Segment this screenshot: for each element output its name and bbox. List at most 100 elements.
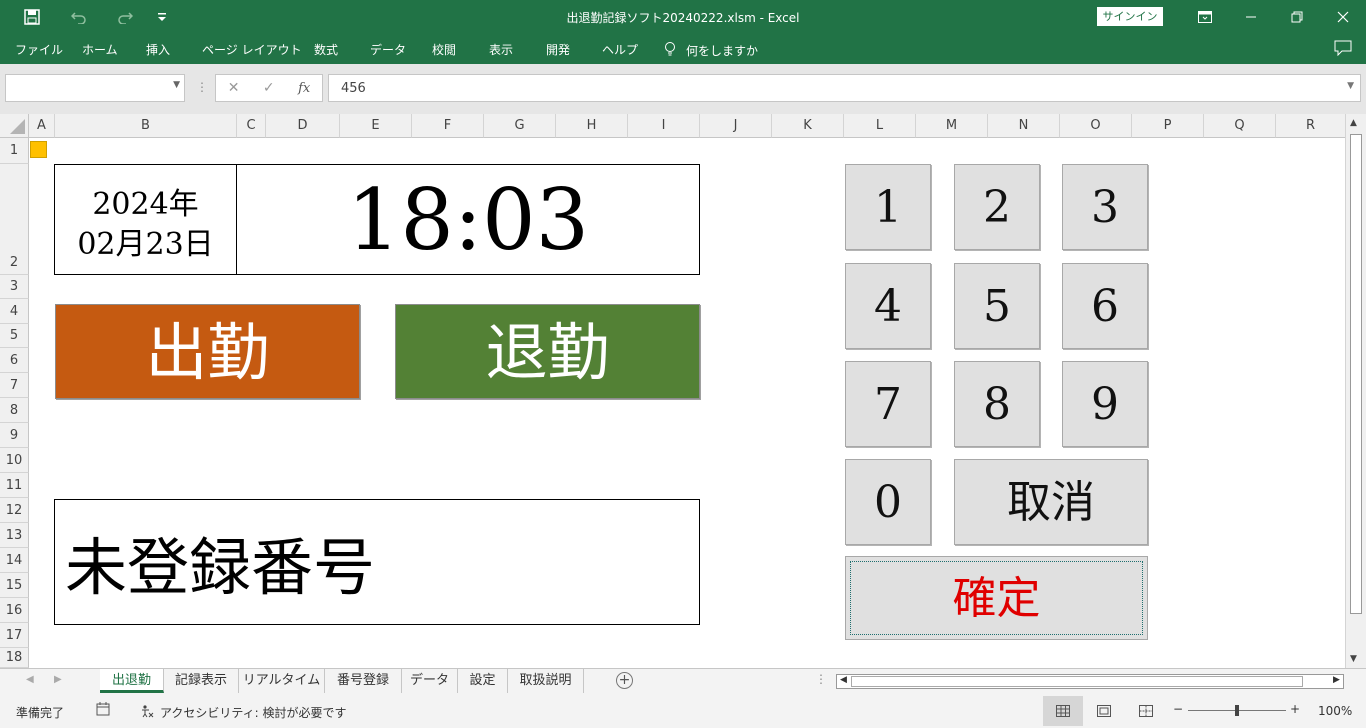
formula-input[interactable]: 456 ▼ xyxy=(328,74,1361,102)
sheet-tab-clock[interactable]: 出退勤 xyxy=(100,669,164,693)
name-box[interactable]: ▼ xyxy=(5,74,185,102)
page-layout-view-icon[interactable] xyxy=(1084,696,1124,726)
tab-file[interactable]: ファイル xyxy=(15,41,63,58)
enter-entry-icon[interactable]: ✓ xyxy=(263,80,275,96)
zoom-level[interactable]: 100% xyxy=(1318,704,1352,718)
zoom-slider-thumb[interactable] xyxy=(1235,705,1239,716)
clock-out-button[interactable]: 退勤 xyxy=(395,304,700,399)
row-header-18[interactable]: 18 xyxy=(0,648,29,668)
column-header-k[interactable]: K xyxy=(772,114,844,138)
horizontal-scrollbar[interactable]: ◀ ▶ xyxy=(836,674,1344,689)
select-all-corner[interactable] xyxy=(0,114,29,138)
ribbon-display-icon[interactable] xyxy=(1182,0,1228,34)
column-header-g[interactable]: G xyxy=(484,114,556,138)
tab-developer[interactable]: 開発 xyxy=(546,41,570,58)
row-header-9[interactable]: 9 xyxy=(0,423,29,448)
close-icon[interactable] xyxy=(1320,0,1366,34)
scroll-right-icon[interactable]: ▶ xyxy=(1333,675,1340,685)
page-break-view-icon[interactable] xyxy=(1126,696,1166,726)
row-header-1[interactable]: 1 xyxy=(0,138,29,164)
keypad-5[interactable]: 5 xyxy=(954,263,1040,349)
expand-formula-icon[interactable]: ▼ xyxy=(1347,81,1354,91)
column-header-h[interactable]: H xyxy=(556,114,628,138)
row-header-14[interactable]: 14 xyxy=(0,548,29,573)
row-header-16[interactable]: 16 xyxy=(0,598,29,623)
vertical-scroll-thumb[interactable] xyxy=(1350,134,1362,614)
sheet-tab-settings[interactable]: 設定 xyxy=(458,669,508,693)
keypad-6[interactable]: 6 xyxy=(1062,263,1148,349)
zoom-out-button[interactable]: − xyxy=(1173,702,1183,716)
tab-page-layout[interactable]: ページ レイアウト xyxy=(202,41,302,58)
tab-view[interactable]: 表示 xyxy=(489,41,513,58)
sheet-tab-manual[interactable]: 取扱説明 xyxy=(508,669,584,693)
clock-in-button[interactable]: 出勤 xyxy=(55,304,360,399)
minimize-icon[interactable] xyxy=(1228,0,1274,34)
column-header-b[interactable]: B xyxy=(55,114,237,138)
row-header-4[interactable]: 4 xyxy=(0,299,29,324)
zoom-in-button[interactable]: + xyxy=(1290,702,1300,716)
sheet-tab-records[interactable]: 記録表示 xyxy=(164,669,239,693)
restore-icon[interactable] xyxy=(1274,0,1320,34)
column-header-f[interactable]: F xyxy=(412,114,484,138)
keypad-4[interactable]: 4 xyxy=(845,263,931,349)
row-header-3[interactable]: 3 xyxy=(0,275,29,299)
confirm-button[interactable]: 確定 xyxy=(845,556,1148,640)
keypad-3[interactable]: 3 xyxy=(1062,164,1148,250)
row-header-13[interactable]: 13 xyxy=(0,523,29,548)
cancel-button[interactable]: 取消 xyxy=(954,459,1148,545)
prev-sheet-icon[interactable]: ◀ xyxy=(26,674,34,685)
row-header-12[interactable]: 12 xyxy=(0,498,29,523)
keypad-7[interactable]: 7 xyxy=(845,361,931,447)
row-header-10[interactable]: 10 xyxy=(0,448,29,473)
column-header-o[interactable]: O xyxy=(1060,114,1132,138)
vertical-scrollbar[interactable]: ▲ ▼ xyxy=(1345,114,1366,668)
selected-cell-a1[interactable] xyxy=(30,141,47,158)
column-header-d[interactable]: D xyxy=(266,114,340,138)
cancel-entry-icon[interactable]: ✕ xyxy=(228,80,240,96)
column-header-i[interactable]: I xyxy=(628,114,700,138)
sheet-tab-register[interactable]: 番号登録 xyxy=(325,669,402,693)
column-header-m[interactable]: M xyxy=(916,114,988,138)
insert-function-icon[interactable]: fx xyxy=(298,81,310,96)
tab-data[interactable]: データ xyxy=(370,41,406,58)
row-header-17[interactable]: 17 xyxy=(0,623,29,648)
column-header-e[interactable]: E xyxy=(340,114,412,138)
add-sheet-icon[interactable]: + xyxy=(616,672,633,689)
scroll-left-icon[interactable]: ◀ xyxy=(840,675,847,685)
keypad-8[interactable]: 8 xyxy=(954,361,1040,447)
next-sheet-icon[interactable]: ▶ xyxy=(54,674,62,685)
sheet-tab-data[interactable]: データ xyxy=(402,669,458,693)
column-header-a[interactable]: A xyxy=(29,114,55,138)
column-header-n[interactable]: N xyxy=(988,114,1060,138)
column-header-q[interactable]: Q xyxy=(1204,114,1276,138)
keypad-9[interactable]: 9 xyxy=(1062,361,1148,447)
macro-record-icon[interactable] xyxy=(96,702,110,719)
tab-home[interactable]: ホーム xyxy=(82,41,118,58)
row-header-8[interactable]: 8 xyxy=(0,398,29,423)
keypad-2[interactable]: 2 xyxy=(954,164,1040,250)
column-header-l[interactable]: L xyxy=(844,114,916,138)
row-header-11[interactable]: 11 xyxy=(0,473,29,498)
column-header-r[interactable]: R xyxy=(1276,114,1346,138)
column-header-j[interactable]: J xyxy=(700,114,772,138)
row-header-6[interactable]: 6 xyxy=(0,348,29,373)
horizontal-scroll-thumb[interactable] xyxy=(851,676,1303,687)
tab-insert[interactable]: 挿入 xyxy=(146,41,170,58)
tab-help[interactable]: ヘルプ xyxy=(602,41,638,58)
row-header-5[interactable]: 5 xyxy=(0,324,29,348)
row-header-15[interactable]: 15 xyxy=(0,573,29,598)
normal-view-icon[interactable] xyxy=(1043,696,1083,726)
accessibility-checker[interactable]: アクセシビリティ: 検討が必要です xyxy=(140,704,347,721)
row-header-2[interactable]: 2 xyxy=(0,164,29,275)
signin-button[interactable]: サインイン xyxy=(1097,7,1163,26)
keypad-1[interactable]: 1 xyxy=(845,164,931,250)
keypad-0[interactable]: 0 xyxy=(845,459,931,545)
comments-icon[interactable] xyxy=(1334,40,1352,59)
row-header-7[interactable]: 7 xyxy=(0,373,29,398)
scroll-up-icon[interactable]: ▲ xyxy=(1350,118,1357,128)
tab-formulas[interactable]: 数式 xyxy=(314,41,338,58)
chevron-down-icon[interactable]: ▼ xyxy=(173,80,180,90)
tab-review[interactable]: 校閲 xyxy=(432,41,456,58)
sheet-tab-realtime[interactable]: リアルタイム xyxy=(239,669,325,693)
tell-me-search[interactable]: 何をしますか xyxy=(664,41,758,60)
